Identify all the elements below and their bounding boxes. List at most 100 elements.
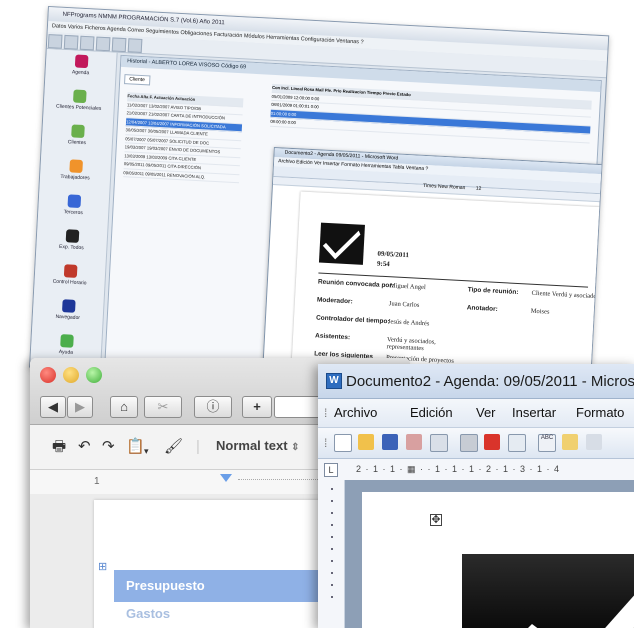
- sidebar-item-label: Clientes Potenciales: [55, 103, 102, 112]
- sidebar-item-icon: [72, 89, 87, 104]
- sidebar-item-icon: [70, 124, 85, 139]
- separator: |: [196, 438, 200, 455]
- toolbar-icon[interactable]: [47, 34, 63, 49]
- indent-marker-icon[interactable]: [220, 474, 232, 482]
- font-size-select[interactable]: 12: [476, 186, 482, 192]
- email-icon[interactable]: [430, 434, 448, 452]
- menu-formato[interactable]: Formato: [576, 405, 624, 420]
- ruler-scale: 2 · 1 · 1 · ▦ · · 1 · 1 · 1 · 2 · 1 · 3 …: [356, 464, 561, 474]
- field-value: Miguel Angel: [389, 282, 426, 292]
- menu-insertar[interactable]: Insertar: [512, 405, 556, 420]
- toolbar-icon[interactable]: [111, 37, 127, 53]
- word-titlebar: W Documento2 - Agenda: 09/05/2011 - Micr…: [318, 364, 634, 399]
- doc-date: 09/05/2011: [377, 249, 410, 260]
- home-icon[interactable]: ⌂: [110, 396, 138, 418]
- undo-icon[interactable]: ↶: [78, 438, 91, 456]
- research-book-icon[interactable]: [562, 434, 578, 450]
- field-value: Moises: [530, 307, 550, 316]
- toolbar-icon[interactable]: [95, 36, 111, 52]
- sidebar-item-label: Exp. Todos: [58, 243, 84, 252]
- word-window: W Documento2 - Agenda: 09/05/2011 - Micr…: [318, 364, 634, 628]
- paragraph-style-label: Normal text: [216, 438, 288, 453]
- word-page: ✥: [362, 492, 634, 628]
- sidebar-item-label: Control Horario: [52, 278, 87, 287]
- sidebar-item-label: Agenda: [71, 69, 90, 77]
- redo-icon[interactable]: ↷: [102, 438, 115, 456]
- sidebar-item[interactable]: Clientes: [41, 123, 113, 158]
- sidebar-item[interactable]: Exp. Todos: [36, 228, 108, 263]
- sidebar-item-icon: [63, 264, 77, 278]
- forward-icon[interactable]: ▶: [67, 396, 93, 418]
- sidebar-item[interactable]: Agenda: [45, 53, 117, 88]
- cut-icon[interactable]: [586, 434, 602, 450]
- add-icon[interactable]: +: [242, 396, 272, 418]
- table-move-icon[interactable]: ⊞: [98, 560, 107, 573]
- word-title: Documento2 - Agenda: 09/05/2011 - Micros…: [346, 373, 634, 390]
- zoom-icon[interactable]: [86, 367, 102, 383]
- word-document-area: ✥: [318, 480, 634, 628]
- paint-format-icon[interactable]: 🖌: [164, 438, 183, 456]
- word-app-icon: W: [326, 373, 342, 389]
- open-folder-icon[interactable]: [358, 434, 374, 450]
- sidebar-item-icon: [61, 299, 76, 313]
- screenshot-icon[interactable]: ✂: [144, 396, 182, 418]
- sidebar-item-icon: [65, 229, 79, 243]
- crm-sidebar: Agenda Clientes Potenciales Clientes Trabaj…: [30, 48, 118, 371]
- checkmark-logo: [318, 222, 365, 265]
- sidebar-item[interactable]: Trabajadores: [39, 158, 111, 193]
- select-arrows-icon: ⇕: [291, 442, 300, 453]
- tab-cliente[interactable]: Cliente: [124, 74, 151, 86]
- research-icon[interactable]: [484, 434, 500, 450]
- paragraph-style-select[interactable]: Normal text ⇕: [216, 438, 300, 453]
- mac-page: ⊞ Presupuesto Gastos: [94, 500, 354, 628]
- close-icon[interactable]: [40, 367, 56, 383]
- menu-archivo[interactable]: Archivo: [334, 405, 377, 420]
- new-document-icon[interactable]: [334, 434, 352, 452]
- field-value: Verdú y asociados, representantes: [386, 336, 437, 353]
- vertical-ruler-ticks: [331, 488, 333, 608]
- sidebar-item-label: Trabajadores: [60, 173, 90, 182]
- sidebar-item-label: Ayuda: [58, 349, 74, 356]
- menu-edicion[interactable]: Edición: [410, 405, 453, 420]
- toolbar-grip: ⁞: [324, 436, 328, 450]
- menu-grip: ⁞: [324, 406, 328, 420]
- print-icon[interactable]: 🖶: [52, 438, 66, 456]
- toolbar-icon[interactable]: [63, 34, 79, 50]
- ruler-mark: 1: [94, 476, 100, 487]
- history-table: Fecha Alta F. Actuación Actuación 11/02/2…: [123, 92, 244, 184]
- history-detail-table: Con Incl. Lineal Rosa Mail Ple. Prio Rea…: [270, 83, 592, 144]
- sidebar-item-label: Clientes: [67, 139, 87, 147]
- sidebar-item[interactable]: Terceros: [38, 193, 110, 228]
- expenses-heading: Gastos: [126, 606, 171, 621]
- checkmark-logo-large: [462, 554, 634, 628]
- vertical-ruler: [318, 480, 345, 628]
- toolbar-icon[interactable]: [127, 38, 143, 53]
- sidebar-item-icon: [74, 54, 88, 69]
- sidebar-item-icon: [59, 334, 74, 348]
- word-ruler: L 2 · 1 · 1 · ▦ · · 1 · 1 · 1 · 2 · 1 · …: [318, 459, 634, 482]
- sidebar-item-label: Navegador: [55, 313, 81, 322]
- sidebar-item[interactable]: Clientes Potenciales: [43, 88, 115, 123]
- sidebar-item[interactable]: Control Horario: [34, 263, 106, 298]
- permission-icon[interactable]: [406, 434, 422, 450]
- sidebar-item-icon: [66, 194, 81, 208]
- field-label: Reunión convocada por:: [317, 278, 395, 290]
- sidebar-item-label: Terceros: [63, 209, 83, 217]
- save-icon[interactable]: [382, 434, 398, 450]
- sidebar-item[interactable]: Navegador: [32, 298, 104, 333]
- crm-window: NFPrograms NMNM PROGRAMACIÓN S.7 (Vol.6)…: [29, 6, 610, 397]
- print-preview-icon[interactable]: [508, 434, 526, 452]
- chevron-down-icon[interactable]: ▾: [144, 442, 149, 460]
- sidebar-item-icon: [68, 159, 83, 173]
- minimize-icon[interactable]: [63, 367, 79, 383]
- paste-icon[interactable]: 📋: [126, 438, 145, 456]
- field-value: Cliente Verdú y asociados: [531, 289, 600, 301]
- menu-ver[interactable]: Ver: [476, 405, 496, 420]
- back-icon[interactable]: ◀: [40, 396, 66, 418]
- print-icon[interactable]: [460, 434, 478, 452]
- toolbar-icon[interactable]: [79, 35, 95, 51]
- tab-stop-icon[interactable]: L: [324, 463, 338, 477]
- table-move-handle-icon[interactable]: ✥: [430, 514, 442, 526]
- spelling-icon[interactable]: ABC: [538, 434, 556, 452]
- info-icon[interactable]: ⓘ: [194, 396, 232, 418]
